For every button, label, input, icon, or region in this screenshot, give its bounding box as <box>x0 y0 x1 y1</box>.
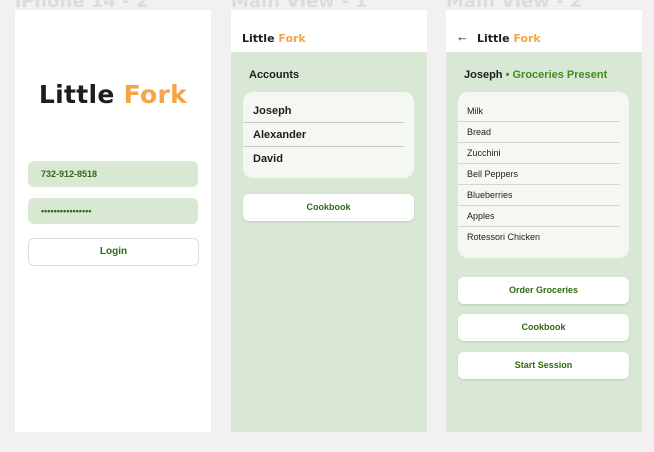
logo-word-little: Little <box>242 32 275 45</box>
header-logo: Little Fork <box>242 32 306 45</box>
order-groceries-button[interactable]: Order Groceries <box>458 277 629 304</box>
account-item-joseph[interactable]: Joseph <box>243 99 404 123</box>
account-item-alexander[interactable]: Alexander <box>243 123 404 147</box>
logo-word-little: Little <box>477 32 510 45</box>
logo-word-little: Little <box>38 80 115 109</box>
logo-word-fork: Fork <box>513 32 541 45</box>
grocery-item: Apples <box>458 206 620 227</box>
grocery-item: Bell Peppers <box>458 164 620 185</box>
phone-input[interactable]: 732-912-8518 <box>28 161 198 187</box>
login-screen: Little Fork 732-912-8518 •••••••••••••••… <box>15 10 211 432</box>
user-name: Joseph <box>464 69 503 81</box>
start-session-button[interactable]: Start Session <box>458 352 629 379</box>
login-button[interactable]: Login <box>28 238 199 266</box>
account-item-david[interactable]: David <box>243 147 404 171</box>
arrow-left-icon[interactable]: ← <box>456 29 469 45</box>
status-separator: • <box>505 69 510 81</box>
grocery-item: Blueberries <box>458 185 620 206</box>
app-logo: Little Fork <box>15 80 211 109</box>
user-status-heading: Joseph • Groceries Present <box>464 69 607 81</box>
header-logo: Little Fork <box>477 32 541 45</box>
app-header: Little Fork <box>231 10 427 52</box>
grocery-item: Milk <box>458 101 620 122</box>
user-screen: ← Little Fork Joseph • Groceries Present… <box>446 10 642 432</box>
app-header: ← Little Fork <box>446 10 642 52</box>
cookbook-button[interactable]: Cookbook <box>243 194 414 221</box>
accounts-screen: Little Fork Accounts Joseph Alexander Da… <box>231 10 427 432</box>
cookbook-button[interactable]: Cookbook <box>458 314 629 341</box>
grocery-item: Bread <box>458 122 620 143</box>
accounts-heading: Accounts <box>249 69 300 81</box>
password-input[interactable]: •••••••••••••••• <box>28 198 198 224</box>
grocery-item: Rotessori Chicken <box>467 232 541 242</box>
grocery-status: Groceries Present <box>512 69 608 81</box>
logo-word-fork: Fork <box>123 80 188 109</box>
logo-word-fork: Fork <box>278 32 306 45</box>
grocery-item: Zucchini <box>458 143 620 164</box>
groceries-card: Milk Bread Zucchini Bell Peppers Blueber… <box>458 92 629 258</box>
accounts-card: Joseph Alexander David <box>243 92 414 178</box>
